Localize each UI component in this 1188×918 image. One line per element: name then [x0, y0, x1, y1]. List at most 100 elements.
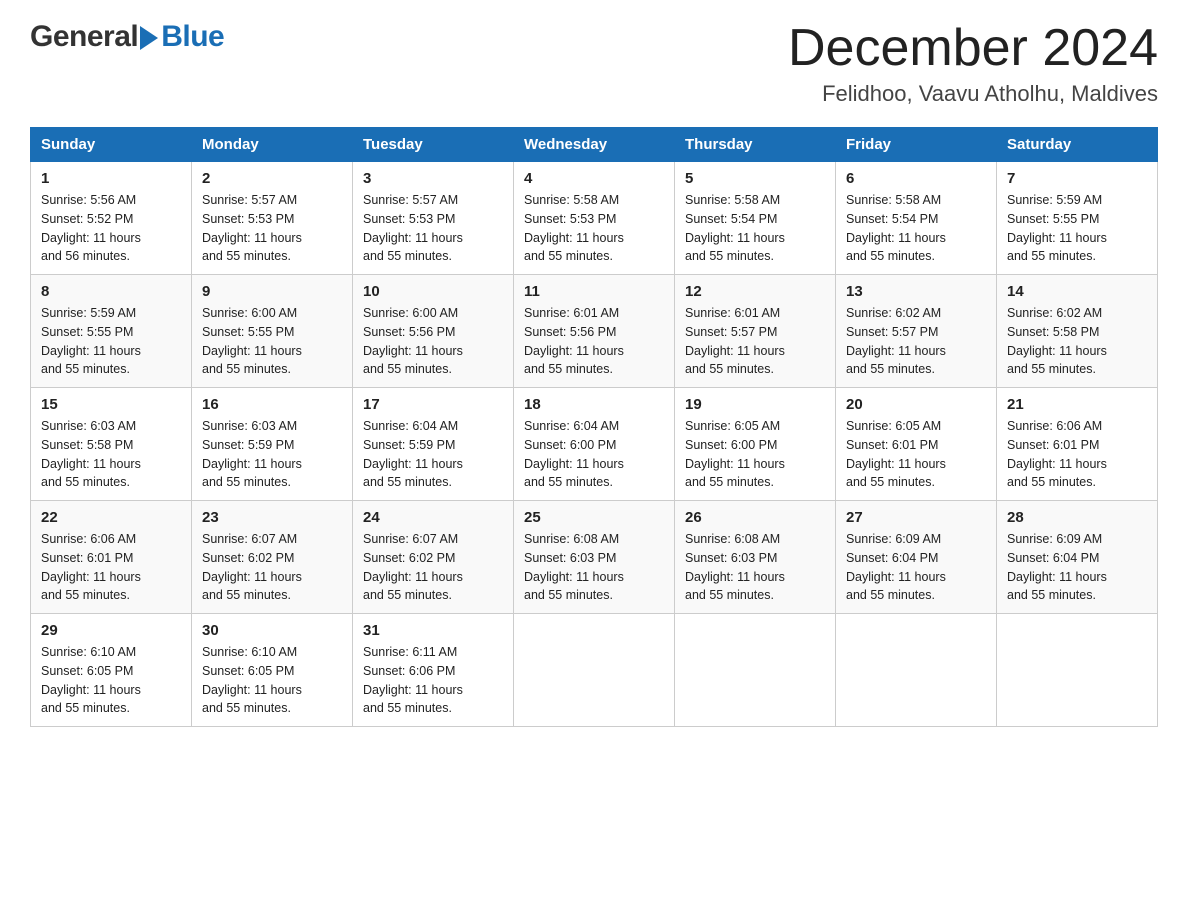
day-info: Sunrise: 6:05 AM Sunset: 6:01 PM Dayligh… [846, 417, 986, 492]
day-info: Sunrise: 6:01 AM Sunset: 5:56 PM Dayligh… [524, 304, 664, 379]
calendar-day-cell: 27 Sunrise: 6:09 AM Sunset: 6:04 PM Dayl… [836, 501, 997, 614]
day-info: Sunrise: 6:03 AM Sunset: 5:59 PM Dayligh… [202, 417, 342, 492]
calendar-day-cell: 7 Sunrise: 5:59 AM Sunset: 5:55 PM Dayli… [997, 162, 1158, 275]
day-number: 7 [1007, 170, 1147, 187]
calendar-header-day: Friday [836, 128, 997, 162]
calendar-day-cell: 26 Sunrise: 6:08 AM Sunset: 6:03 PM Dayl… [675, 501, 836, 614]
day-info: Sunrise: 6:08 AM Sunset: 6:03 PM Dayligh… [524, 530, 664, 605]
calendar-header-day: Wednesday [514, 128, 675, 162]
calendar-day-cell [675, 614, 836, 727]
calendar-day-cell: 10 Sunrise: 6:00 AM Sunset: 5:56 PM Dayl… [353, 275, 514, 388]
calendar-day-cell: 17 Sunrise: 6:04 AM Sunset: 5:59 PM Dayl… [353, 388, 514, 501]
calendar-week-row: 15 Sunrise: 6:03 AM Sunset: 5:58 PM Dayl… [31, 388, 1158, 501]
day-number: 30 [202, 622, 342, 639]
day-info: Sunrise: 5:56 AM Sunset: 5:52 PM Dayligh… [41, 191, 181, 266]
day-number: 28 [1007, 509, 1147, 526]
day-number: 23 [202, 509, 342, 526]
calendar-day-cell: 24 Sunrise: 6:07 AM Sunset: 6:02 PM Dayl… [353, 501, 514, 614]
calendar-day-cell: 16 Sunrise: 6:03 AM Sunset: 5:59 PM Dayl… [192, 388, 353, 501]
day-number: 22 [41, 509, 181, 526]
calendar-day-cell [514, 614, 675, 727]
day-info: Sunrise: 6:02 AM Sunset: 5:57 PM Dayligh… [846, 304, 986, 379]
calendar-day-cell: 4 Sunrise: 5:58 AM Sunset: 5:53 PM Dayli… [514, 162, 675, 275]
calendar-day-cell: 12 Sunrise: 6:01 AM Sunset: 5:57 PM Dayl… [675, 275, 836, 388]
calendar-day-cell: 19 Sunrise: 6:05 AM Sunset: 6:00 PM Dayl… [675, 388, 836, 501]
month-title: December 2024 [788, 20, 1158, 77]
logo-triangle-icon [140, 24, 160, 52]
day-info: Sunrise: 6:02 AM Sunset: 5:58 PM Dayligh… [1007, 304, 1147, 379]
day-info: Sunrise: 6:06 AM Sunset: 6:01 PM Dayligh… [41, 530, 181, 605]
day-number: 25 [524, 509, 664, 526]
calendar-day-cell: 11 Sunrise: 6:01 AM Sunset: 5:56 PM Dayl… [514, 275, 675, 388]
logo-general-text: General [30, 20, 138, 54]
calendar-day-cell: 21 Sunrise: 6:06 AM Sunset: 6:01 PM Dayl… [997, 388, 1158, 501]
day-info: Sunrise: 6:04 AM Sunset: 5:59 PM Dayligh… [363, 417, 503, 492]
day-number: 15 [41, 396, 181, 413]
day-number: 11 [524, 283, 664, 300]
calendar-day-cell: 2 Sunrise: 5:57 AM Sunset: 5:53 PM Dayli… [192, 162, 353, 275]
day-info: Sunrise: 6:09 AM Sunset: 6:04 PM Dayligh… [1007, 530, 1147, 605]
day-info: Sunrise: 6:04 AM Sunset: 6:00 PM Dayligh… [524, 417, 664, 492]
calendar-header-row: SundayMondayTuesdayWednesdayThursdayFrid… [31, 128, 1158, 162]
calendar-day-cell [997, 614, 1158, 727]
day-number: 19 [685, 396, 825, 413]
day-number: 18 [524, 396, 664, 413]
calendar-week-row: 8 Sunrise: 5:59 AM Sunset: 5:55 PM Dayli… [31, 275, 1158, 388]
calendar-day-cell: 25 Sunrise: 6:08 AM Sunset: 6:03 PM Dayl… [514, 501, 675, 614]
day-info: Sunrise: 6:03 AM Sunset: 5:58 PM Dayligh… [41, 417, 181, 492]
title-block: December 2024 Felidhoo, Vaavu Atholhu, M… [788, 20, 1158, 107]
day-number: 4 [524, 170, 664, 187]
calendar-header-day: Monday [192, 128, 353, 162]
day-number: 29 [41, 622, 181, 639]
day-info: Sunrise: 6:10 AM Sunset: 6:05 PM Dayligh… [202, 643, 342, 718]
day-info: Sunrise: 6:01 AM Sunset: 5:57 PM Dayligh… [685, 304, 825, 379]
day-number: 5 [685, 170, 825, 187]
day-number: 9 [202, 283, 342, 300]
day-number: 10 [363, 283, 503, 300]
calendar-header-day: Tuesday [353, 128, 514, 162]
day-info: Sunrise: 5:57 AM Sunset: 5:53 PM Dayligh… [363, 191, 503, 266]
calendar-header-day: Sunday [31, 128, 192, 162]
calendar-day-cell: 15 Sunrise: 6:03 AM Sunset: 5:58 PM Dayl… [31, 388, 192, 501]
logo: General Blue [30, 20, 224, 54]
day-number: 17 [363, 396, 503, 413]
calendar-table: SundayMondayTuesdayWednesdayThursdayFrid… [30, 127, 1158, 727]
day-number: 26 [685, 509, 825, 526]
day-info: Sunrise: 5:58 AM Sunset: 5:54 PM Dayligh… [846, 191, 986, 266]
day-info: Sunrise: 6:06 AM Sunset: 6:01 PM Dayligh… [1007, 417, 1147, 492]
day-number: 14 [1007, 283, 1147, 300]
page-header: General Blue December 2024 Felidhoo, Vaa… [30, 20, 1158, 107]
calendar-day-cell: 1 Sunrise: 5:56 AM Sunset: 5:52 PM Dayli… [31, 162, 192, 275]
day-number: 12 [685, 283, 825, 300]
day-info: Sunrise: 6:00 AM Sunset: 5:55 PM Dayligh… [202, 304, 342, 379]
day-info: Sunrise: 6:11 AM Sunset: 6:06 PM Dayligh… [363, 643, 503, 718]
calendar-day-cell: 22 Sunrise: 6:06 AM Sunset: 6:01 PM Dayl… [31, 501, 192, 614]
day-info: Sunrise: 5:59 AM Sunset: 5:55 PM Dayligh… [1007, 191, 1147, 266]
logo-blue-text: Blue [161, 20, 224, 54]
calendar-week-row: 29 Sunrise: 6:10 AM Sunset: 6:05 PM Dayl… [31, 614, 1158, 727]
day-number: 1 [41, 170, 181, 187]
day-number: 3 [363, 170, 503, 187]
calendar-day-cell: 31 Sunrise: 6:11 AM Sunset: 6:06 PM Dayl… [353, 614, 514, 727]
day-number: 2 [202, 170, 342, 187]
day-number: 21 [1007, 396, 1147, 413]
location-title: Felidhoo, Vaavu Atholhu, Maldives [788, 81, 1158, 107]
calendar-day-cell: 9 Sunrise: 6:00 AM Sunset: 5:55 PM Dayli… [192, 275, 353, 388]
day-info: Sunrise: 6:08 AM Sunset: 6:03 PM Dayligh… [685, 530, 825, 605]
calendar-day-cell: 23 Sunrise: 6:07 AM Sunset: 6:02 PM Dayl… [192, 501, 353, 614]
day-info: Sunrise: 6:09 AM Sunset: 6:04 PM Dayligh… [846, 530, 986, 605]
day-number: 16 [202, 396, 342, 413]
calendar-day-cell: 8 Sunrise: 5:59 AM Sunset: 5:55 PM Dayli… [31, 275, 192, 388]
calendar-day-cell: 5 Sunrise: 5:58 AM Sunset: 5:54 PM Dayli… [675, 162, 836, 275]
calendar-day-cell: 30 Sunrise: 6:10 AM Sunset: 6:05 PM Dayl… [192, 614, 353, 727]
day-number: 24 [363, 509, 503, 526]
calendar-day-cell: 13 Sunrise: 6:02 AM Sunset: 5:57 PM Dayl… [836, 275, 997, 388]
day-info: Sunrise: 6:10 AM Sunset: 6:05 PM Dayligh… [41, 643, 181, 718]
day-info: Sunrise: 5:59 AM Sunset: 5:55 PM Dayligh… [41, 304, 181, 379]
day-number: 31 [363, 622, 503, 639]
calendar-day-cell: 29 Sunrise: 6:10 AM Sunset: 6:05 PM Dayl… [31, 614, 192, 727]
calendar-week-row: 22 Sunrise: 6:06 AM Sunset: 6:01 PM Dayl… [31, 501, 1158, 614]
day-info: Sunrise: 6:05 AM Sunset: 6:00 PM Dayligh… [685, 417, 825, 492]
calendar-day-cell: 3 Sunrise: 5:57 AM Sunset: 5:53 PM Dayli… [353, 162, 514, 275]
calendar-day-cell: 6 Sunrise: 5:58 AM Sunset: 5:54 PM Dayli… [836, 162, 997, 275]
